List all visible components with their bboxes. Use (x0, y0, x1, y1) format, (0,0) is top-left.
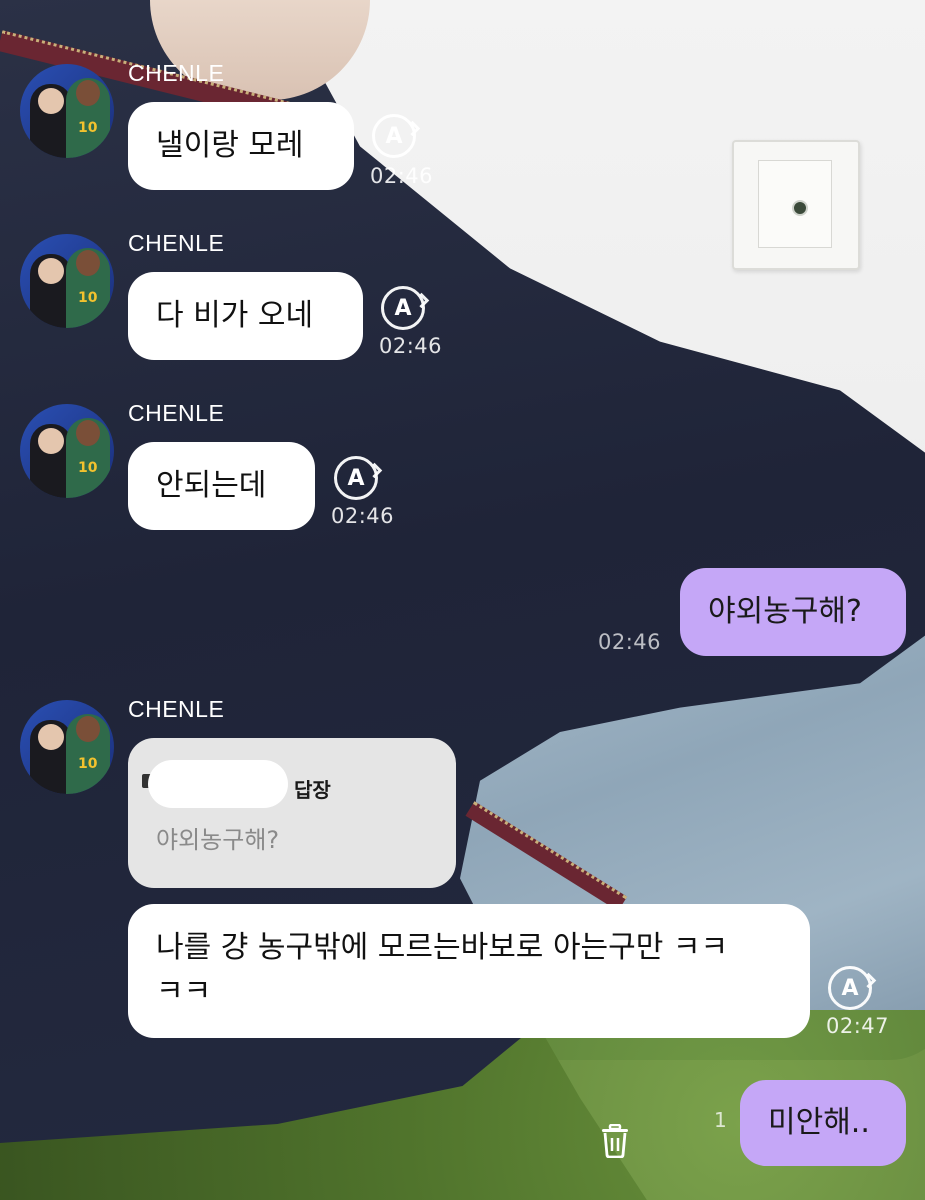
reply-quoted-text: 야외농구해? (156, 826, 280, 854)
message-time: 02:46 (379, 334, 443, 358)
message-text-line: ㅋㅋ (156, 973, 212, 1009)
message-time: 02:46 (331, 504, 395, 528)
sender-name: CHENLE (128, 60, 225, 86)
message-time: 02:46 (370, 164, 434, 188)
reply-label: 답장 (294, 778, 331, 802)
message-bubble[interactable]: 낼이랑 모레 (128, 102, 354, 190)
sender-name: CHENLE (128, 230, 225, 256)
message-bubble[interactable]: 나를 걍 농구밖에 모르는바보로 아는구만 ㅋㅋ ㅋㅋ (128, 904, 810, 1038)
sender-avatar[interactable] (20, 700, 114, 794)
message-time: 02:46 (598, 630, 662, 654)
chat-thread: CHENLE 낼이랑 모레 A 02:46 CHENLE 다 비가 오네 A 0… (0, 0, 925, 1200)
my-message-bubble[interactable]: 미안해.. (740, 1080, 906, 1166)
sender-name: CHENLE (128, 696, 225, 722)
auto-translate-icon[interactable]: A (828, 966, 872, 1010)
unread-count: 1 (714, 1108, 727, 1132)
sender-avatar[interactable] (20, 404, 114, 498)
reply-quote-box[interactable]: 답장 야외농구해? (128, 738, 456, 888)
auto-translate-icon[interactable]: A (372, 114, 416, 158)
auto-translate-icon[interactable]: A (381, 286, 425, 330)
trash-icon[interactable] (600, 1124, 630, 1158)
message-time: 02:47 (826, 1014, 890, 1038)
message-bubble[interactable]: 다 비가 오네 (128, 272, 363, 360)
sender-avatar[interactable] (20, 64, 114, 158)
sender-name: CHENLE (128, 400, 225, 426)
redacted-name (148, 760, 288, 808)
auto-translate-icon[interactable]: A (334, 456, 378, 500)
message-text-line: 나를 걍 농구밖에 모르는바보로 아는구만 ㅋㅋ (156, 930, 729, 965)
my-message-bubble[interactable]: 야외농구해? (680, 568, 906, 656)
message-bubble[interactable]: 안되는데 (128, 442, 315, 530)
sender-avatar[interactable] (20, 234, 114, 328)
